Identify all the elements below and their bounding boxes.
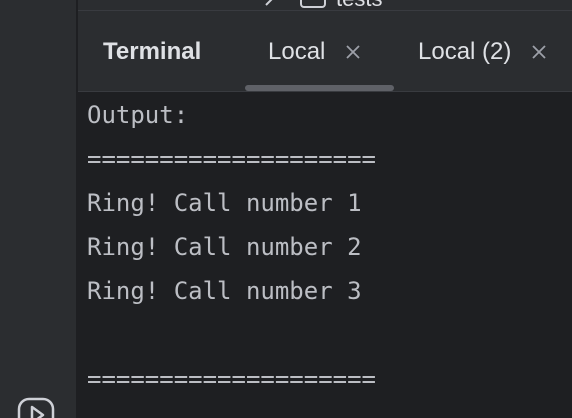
project-tree-fragment[interactable]: tests <box>78 0 572 10</box>
run-icon[interactable] <box>16 396 56 418</box>
tool-window-title[interactable]: Terminal <box>103 35 201 69</box>
terminal-line: Ring! Call number 2 <box>87 233 362 261</box>
tab-label: Local (2) <box>418 38 512 65</box>
close-icon[interactable] <box>345 44 361 60</box>
terminal-output[interactable]: Output: ==================== Ring! Call … <box>78 92 572 418</box>
tree-item-label[interactable]: tests <box>336 0 382 10</box>
terminal-line: Ring! Call number 1 <box>87 189 362 217</box>
terminal-line: ==================== <box>87 365 376 393</box>
terminal-line: Output: <box>87 101 189 129</box>
ide-window: tests Terminal Local Local (2) Output: =… <box>0 0 572 418</box>
tab-local-2[interactable]: Local (2) <box>418 35 547 69</box>
tool-window-header: Terminal Local Local (2) <box>78 11 572 91</box>
chevron-right-icon[interactable] <box>262 0 276 6</box>
tab-label: Local <box>268 38 326 65</box>
terminal-line: ==================== <box>87 145 376 173</box>
tool-window-strip <box>0 0 76 418</box>
folder-icon <box>300 0 326 8</box>
tab-local[interactable]: Local <box>268 35 361 69</box>
close-icon[interactable] <box>531 44 547 60</box>
terminal-line: Ring! Call number 3 <box>87 277 362 305</box>
